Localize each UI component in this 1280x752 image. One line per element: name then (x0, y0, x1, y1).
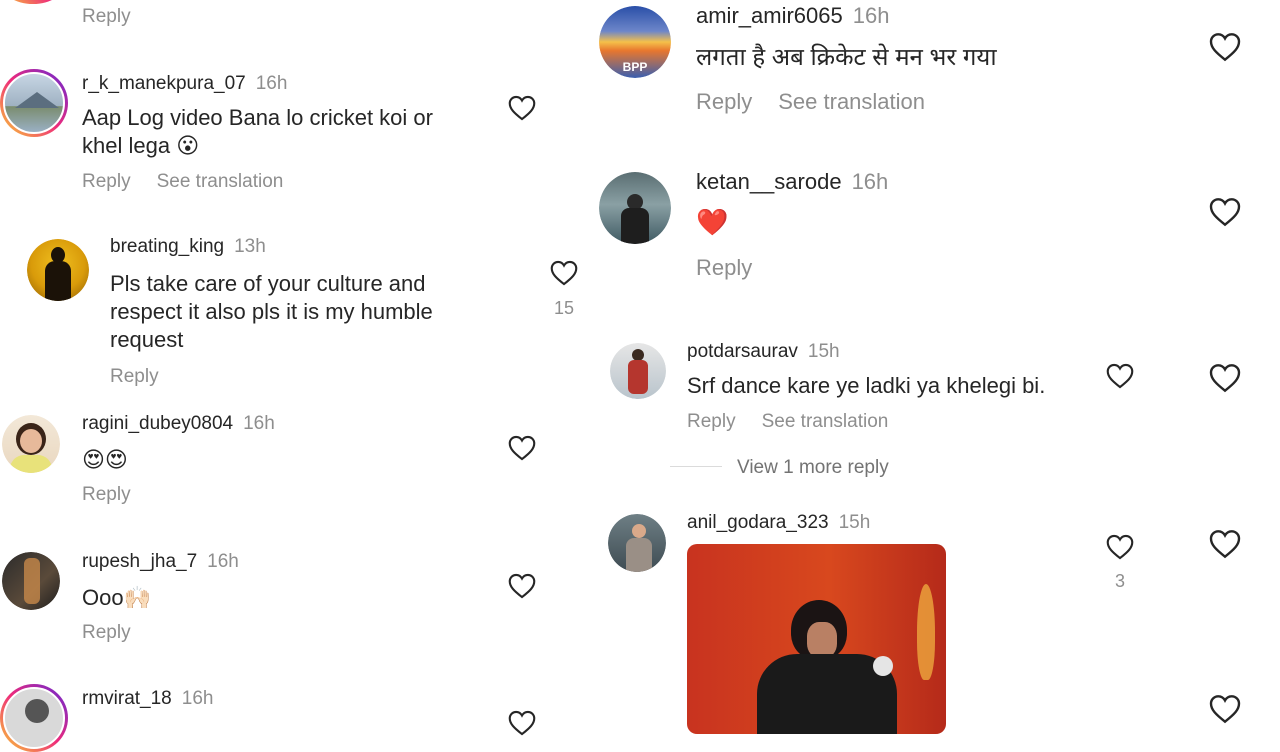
avatar[interactable] (2, 415, 60, 473)
comment-username[interactable]: breating_king (110, 236, 224, 257)
comment-text: 😍😍 (82, 446, 128, 474)
avatar[interactable] (0, 69, 68, 137)
comment-time: 16h (255, 73, 288, 94)
reply-button[interactable]: Reply (82, 6, 131, 28)
comment-username[interactable]: rupesh_jha_7 (82, 551, 197, 572)
avatar-logo-text: BPP (622, 60, 648, 74)
heart-outline-icon[interactable] (508, 573, 536, 599)
astonished-emoji: 😮 (176, 133, 200, 158)
see-translation-link[interactable]: See translation (778, 89, 925, 114)
see-translation-link[interactable]: See translation (157, 171, 284, 192)
reply-button[interactable]: Reply (82, 484, 131, 505)
heart-outline-icon[interactable] (1209, 529, 1241, 559)
avatar[interactable] (0, 0, 66, 4)
heart-outline-icon[interactable] (508, 95, 536, 121)
avatar[interactable] (610, 343, 666, 399)
avatar[interactable] (27, 239, 89, 301)
avatar[interactable] (599, 172, 671, 244)
comment-text: Srf dance kare ye ladki ya khelegi bi. (687, 373, 1046, 398)
reply-button[interactable]: Reply (696, 89, 752, 114)
comment-image[interactable] (687, 544, 946, 734)
comment-text: Ooo🙌🏻 (82, 585, 151, 610)
avatar[interactable]: BPP (599, 6, 671, 78)
comment-text: Aap Log video Bana lo cricket koi or khe… (82, 105, 433, 158)
reply-button[interactable]: Reply (82, 622, 131, 643)
heart-eyes-emoji: 😍😍 (82, 447, 128, 472)
see-translation-link[interactable]: See translation (762, 411, 889, 432)
comment-username[interactable]: rmvirat_18 (82, 688, 172, 709)
comment-username[interactable]: ragini_dubey0804 (82, 413, 233, 434)
comment-username[interactable]: amir_amir6065 (696, 3, 843, 28)
heart-outline-icon[interactable] (508, 435, 536, 461)
like-count: 15 (553, 298, 575, 318)
comment-text: ❤️ (696, 208, 728, 236)
avatar[interactable] (2, 552, 60, 610)
comment-time: 13h (234, 236, 266, 257)
reply-button[interactable]: Reply (110, 366, 159, 387)
heart-outline-icon[interactable] (1209, 363, 1241, 393)
view-replies-divider (670, 466, 722, 467)
comment-time: 16h (207, 551, 239, 572)
comment-time: 15h (807, 341, 840, 362)
comment-time: 16h (852, 3, 890, 28)
comment-text: Pls take care of your culture and respec… (110, 271, 433, 352)
heart-outline-icon[interactable] (1106, 363, 1134, 389)
heart-outline-icon[interactable] (1106, 534, 1134, 560)
view-more-replies-button[interactable]: View 1 more reply (737, 457, 889, 479)
heart-outline-icon[interactable] (508, 710, 536, 736)
red-heart-emoji: ❤️ (696, 207, 729, 237)
comment-username[interactable]: potdarsaurav (687, 341, 798, 362)
comment-text: लगता है अब क्रिकेट से मन भर गया (696, 44, 997, 71)
comment-username[interactable]: anil_godara_323 (687, 512, 829, 533)
heart-outline-icon[interactable] (1209, 32, 1241, 62)
reply-button[interactable]: Reply (696, 255, 752, 280)
heart-outline-icon[interactable] (1209, 197, 1241, 227)
like-count: 3 (1114, 571, 1125, 591)
avatar[interactable] (0, 684, 68, 752)
comment-username[interactable]: ketan__sarode (696, 169, 842, 194)
comment-username[interactable]: r_k_manekpura_07 (82, 73, 246, 94)
comment-time: 16h (851, 169, 889, 194)
reply-button[interactable]: Reply (687, 411, 736, 432)
comment-time: 16h (243, 413, 275, 434)
avatar[interactable] (608, 514, 666, 572)
comment-time: 15h (838, 512, 871, 533)
heart-outline-icon[interactable] (550, 260, 578, 286)
reply-button[interactable]: Reply (82, 171, 131, 192)
raising-hands-emoji: 🙌🏻 (123, 585, 151, 610)
comment-time: 16h (181, 688, 214, 709)
